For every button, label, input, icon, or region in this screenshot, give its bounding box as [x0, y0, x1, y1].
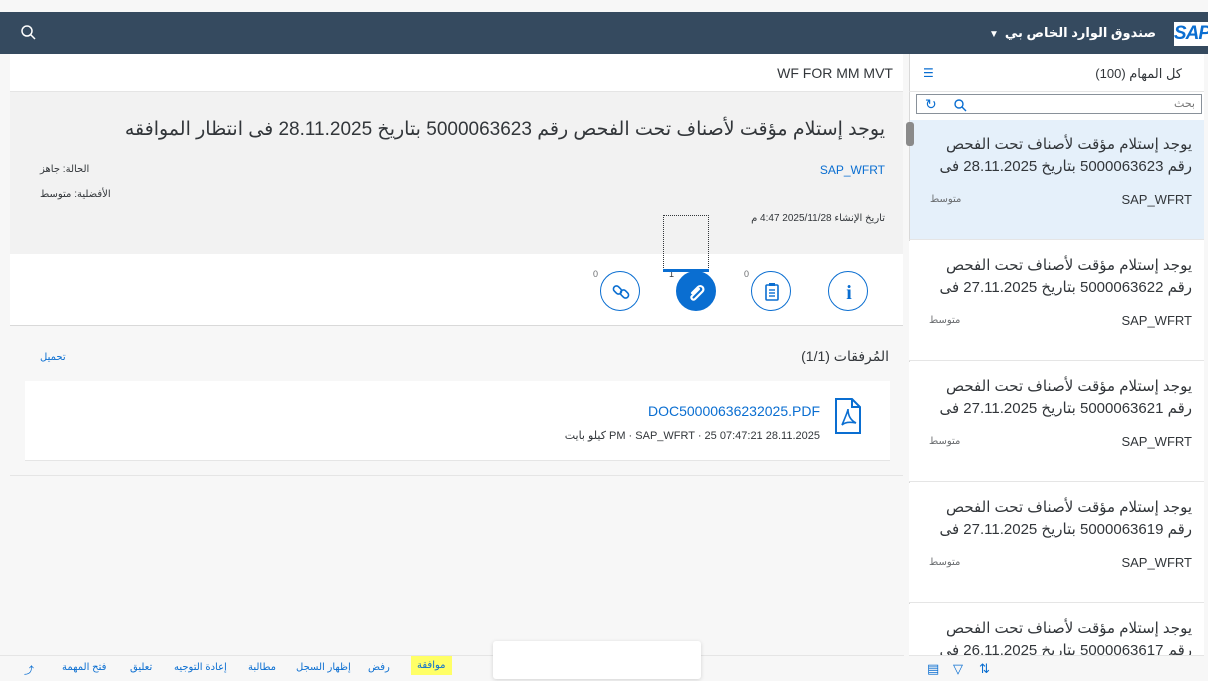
detail-footer: ⤴ فتح المهمة تعليق إعادة التوجيه مطالبة …	[0, 655, 904, 681]
show-log-button[interactable]: إظهار السجل	[296, 662, 351, 673]
links-count: 0	[593, 269, 599, 279]
task-list-footer: ▤ ▽ ⇅	[909, 655, 1204, 681]
reject-button[interactable]: رفض	[368, 662, 390, 673]
group-icon[interactable]: ▤	[927, 661, 939, 677]
created-date: تاريخ الإنشاء 2025/11/28 4:47 م	[751, 213, 885, 224]
attachments-section: المُرفقات (1/1) تحميل DOC50000636232025.…	[10, 326, 903, 476]
message-toast	[493, 641, 701, 679]
refresh-icon[interactable]: ↻	[925, 96, 937, 113]
task-heading: يوجد إستلام مؤقت لأصناف تحت الفحص رقم 50…	[124, 119, 885, 140]
icon-tab-bar: i 0 1 0	[10, 254, 903, 326]
list-item-priority: متوسط	[929, 557, 961, 568]
open-task-icon[interactable]: ⤴	[24, 662, 34, 677]
list-item-creator: SAP_WFRT	[1121, 192, 1192, 207]
notes-icon	[765, 283, 779, 301]
app-title-menu[interactable]: صندوق الوارد الخاص بي ▼	[989, 25, 1156, 41]
list-item-title: يوجد إستلام مؤقت لأصناف تحت الفحص رقم 50…	[939, 378, 1192, 417]
list-item-creator: SAP_WFRT	[1121, 555, 1192, 570]
task-count: كل المهام (100)	[1095, 66, 1182, 81]
app-title: صندوق الوارد الخاص بي	[1004, 25, 1156, 40]
info-icon: i	[846, 282, 852, 303]
search-field[interactable]: ↻	[916, 94, 1202, 114]
object-header: يوجد إستلام مؤقت لأصناف تحت الفحص رقم 50…	[10, 92, 903, 254]
tab-selected-indicator	[663, 269, 709, 272]
created-by-link[interactable]: SAP_WFRT	[820, 163, 885, 177]
multi-select-icon[interactable]: ☰	[923, 66, 934, 80]
forward-button[interactable]: إعادة التوجيه	[174, 662, 227, 673]
scrollbar-thumb[interactable]	[906, 122, 914, 146]
task-list-header: كل المهام (100) ☰	[909, 54, 1204, 92]
detail-view-title: WF FOR MM MVT	[777, 65, 893, 81]
tab-related-links[interactable]: 0	[593, 269, 640, 311]
tab-focus-outline	[663, 215, 709, 270]
svg-text:i: i	[846, 282, 852, 303]
list-item-priority: متوسط	[930, 194, 962, 205]
app-shell: صندوق الوارد الخاص بي ▼ SAP WF FOR MM MVT…	[0, 0, 1208, 681]
list-item[interactable]: يوجد إستلام مؤقت لأصناف تحت الفحص رقم 50…	[909, 483, 1204, 603]
search-icon[interactable]	[20, 24, 38, 42]
list-item[interactable]: يوجد إستلام مؤقت لأصناف تحت الفحص رقم 50…	[909, 120, 1204, 240]
comment-button[interactable]: تعليق	[130, 662, 152, 673]
list-item[interactable]: يوجد إستلام مؤقت لأصناف تحت الفحص رقم 50…	[909, 241, 1204, 361]
sap-logo: SAP	[1174, 22, 1208, 46]
notes-count: 0	[744, 269, 750, 279]
status-label: الحالة: جاهز	[40, 164, 90, 175]
chevron-down-icon: ▼	[988, 29, 999, 40]
attachment-file-name[interactable]: DOC50000636232025.PDF	[648, 403, 820, 419]
detail-title-bar: WF FOR MM MVT	[10, 54, 903, 92]
list-item-creator: SAP_WFRT	[1121, 313, 1192, 328]
list-item-priority: متوسط	[929, 315, 961, 326]
upload-button[interactable]: تحميل	[40, 352, 66, 363]
open-task-button[interactable]: فتح المهمة	[62, 662, 106, 673]
list-item-title: يوجد إستلام مؤقت لأصناف تحت الفحص رقم 50…	[939, 136, 1192, 175]
filter-icon[interactable]: ▽	[953, 661, 963, 677]
tab-notes[interactable]: 0	[744, 269, 791, 311]
task-detail: WF FOR MM MVT يوجد إستلام مؤقت لأصناف تح…	[10, 54, 903, 655]
list-item-priority: متوسط	[929, 436, 961, 447]
attachment-item[interactable]: DOC50000636232025.PDF 28.11.2025 07:47:2…	[25, 381, 890, 461]
attachment-meta: 28.11.2025 07:47:21 PM · SAP_WFRT · 25 ك…	[564, 430, 820, 442]
approve-button[interactable]: موافقة	[411, 656, 452, 675]
tab-attachments[interactable]: 1	[669, 269, 716, 311]
list-item[interactable]: يوجد إستلام مؤقت لأصناف تحت الفحص رقم 50…	[909, 362, 1204, 482]
list-item-title: يوجد إستلام مؤقت لأصناف تحت الفحص رقم 50…	[939, 257, 1192, 296]
attachments-title: المُرفقات (1/1)	[801, 348, 889, 364]
link-icon	[612, 285, 630, 299]
paperclip-icon	[690, 284, 705, 301]
priority-label: الأفضلية: متوسط	[40, 189, 111, 200]
list-item-creator: SAP_WFRT	[1121, 434, 1192, 449]
tab-info[interactable]: i	[828, 271, 868, 311]
list-item-title: يوجد إستلام مؤقت لأصناف تحت الفحص رقم 50…	[939, 499, 1192, 538]
task-list: كل المهام (100) ☰ ↻ يوجد إستلام مؤقت لأص…	[909, 54, 1204, 681]
shell-header: صندوق الوارد الخاص بي ▼ SAP	[0, 12, 1208, 54]
pdf-file-icon	[835, 398, 861, 434]
search-icon[interactable]	[953, 98, 967, 112]
sort-icon[interactable]: ⇅	[979, 661, 990, 677]
claim-button[interactable]: مطالبة	[248, 662, 276, 673]
search-input[interactable]	[995, 97, 1195, 111]
